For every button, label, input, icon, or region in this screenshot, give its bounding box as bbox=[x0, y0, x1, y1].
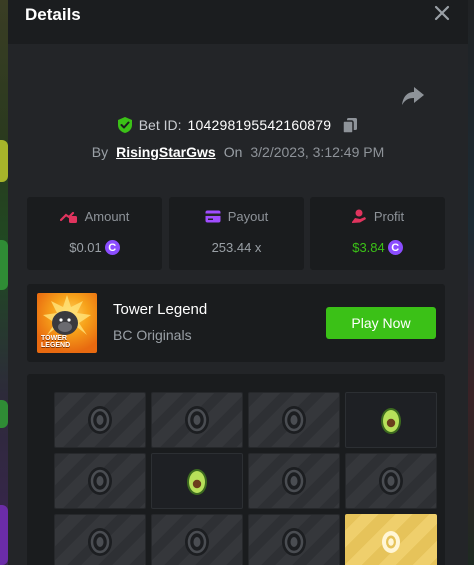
share-icon[interactable] bbox=[400, 82, 426, 108]
hidden-tile-icon bbox=[282, 528, 306, 556]
background-left-edge bbox=[0, 0, 8, 565]
profit-label: Profit bbox=[373, 209, 405, 224]
game-thumbnail[interactable]: TOWER LEGEND bbox=[37, 293, 97, 353]
bc-coin-icon: C bbox=[104, 240, 120, 255]
profit-value: $3.84 bbox=[352, 240, 385, 255]
amount-value-row: $0.01 C bbox=[27, 240, 162, 255]
on-label: On bbox=[223, 144, 243, 160]
bet-id-row: Bet ID: 104298195542160879 bbox=[8, 113, 468, 137]
hidden-tile-icon bbox=[88, 528, 112, 556]
tower-tile[interactable] bbox=[345, 514, 437, 565]
avocado-icon bbox=[187, 469, 207, 495]
profit-hand-icon bbox=[351, 209, 366, 223]
game-thumbnail-text: TOWER LEGEND bbox=[41, 335, 70, 349]
background-shape bbox=[0, 400, 8, 428]
game-board bbox=[27, 374, 445, 565]
amount-value: $0.01 bbox=[69, 240, 102, 255]
tower-tile[interactable] bbox=[248, 392, 340, 448]
tower-tile[interactable] bbox=[54, 514, 146, 565]
tower-tile[interactable] bbox=[248, 514, 340, 565]
modal-header: Details bbox=[8, 0, 468, 44]
thumb-line-1: TOWER bbox=[41, 335, 67, 342]
tower-tile[interactable] bbox=[151, 453, 243, 509]
profit-value-row: $3.84 C bbox=[310, 240, 445, 255]
payout-label: Payout bbox=[227, 209, 269, 224]
amount-box: Amount $0.01 C bbox=[27, 197, 162, 270]
tower-tile[interactable] bbox=[151, 514, 243, 565]
hidden-tile-icon bbox=[379, 467, 403, 495]
payout-value-row: 253.44 x bbox=[169, 240, 304, 255]
tower-tile[interactable] bbox=[54, 392, 146, 448]
tower-tile[interactable] bbox=[151, 392, 243, 448]
hidden-tile-icon bbox=[282, 467, 306, 495]
background-right-edge bbox=[468, 0, 474, 565]
bet-amount-icon bbox=[59, 211, 77, 223]
bc-coin-icon: C bbox=[387, 240, 403, 255]
modal-title: Details bbox=[25, 5, 81, 24]
hidden-tile-icon bbox=[185, 528, 209, 556]
game-provider: BC Originals bbox=[113, 327, 192, 343]
bet-id-value: 104298195542160879 bbox=[187, 117, 332, 133]
tower-tile[interactable] bbox=[345, 453, 437, 509]
copy-icon[interactable] bbox=[341, 116, 359, 134]
background-shape bbox=[0, 240, 8, 290]
close-icon[interactable] bbox=[432, 3, 452, 23]
tower-tile[interactable] bbox=[248, 453, 340, 509]
payout-value: 253.44 x bbox=[211, 240, 262, 255]
tower-tile[interactable] bbox=[54, 453, 146, 509]
by-label: By bbox=[91, 144, 109, 160]
payout-box: Payout 253.44 x bbox=[169, 197, 304, 270]
game-info-bar: TOWER LEGEND Tower Legend BC Originals P… bbox=[27, 284, 445, 362]
bet-author-row: By RisingStarGws On 3/2/2023, 3:12:49 PM bbox=[8, 140, 468, 164]
hidden-tile-icon bbox=[88, 467, 112, 495]
card-icon bbox=[205, 210, 221, 223]
hidden-tile-icon bbox=[88, 406, 112, 434]
shield-check-icon bbox=[117, 117, 132, 133]
play-now-button[interactable]: Play Now bbox=[326, 307, 436, 339]
hidden-tile-icon bbox=[282, 406, 306, 434]
bet-details-modal: Details Bet ID: 104298195542160879 By Ri… bbox=[8, 0, 468, 565]
amount-title: Amount bbox=[27, 209, 162, 224]
background-shape bbox=[0, 140, 8, 182]
bet-date: 3/2/2023, 3:12:49 PM bbox=[250, 144, 385, 160]
payout-title: Payout bbox=[169, 209, 304, 224]
hidden-tile-icon bbox=[185, 406, 209, 434]
profit-title: Profit bbox=[310, 209, 445, 224]
game-name: Tower Legend bbox=[113, 301, 208, 318]
tower-tile[interactable] bbox=[345, 392, 437, 448]
username-link[interactable]: RisingStarGws bbox=[116, 144, 216, 160]
thumb-line-2: LEGEND bbox=[41, 342, 71, 349]
avocado-icon bbox=[381, 408, 401, 434]
profit-box: Profit $3.84 C bbox=[310, 197, 445, 270]
egg-icon bbox=[382, 531, 400, 553]
background-shape bbox=[0, 505, 8, 565]
bet-id-label: Bet ID: bbox=[138, 117, 182, 133]
amount-label: Amount bbox=[84, 209, 130, 224]
